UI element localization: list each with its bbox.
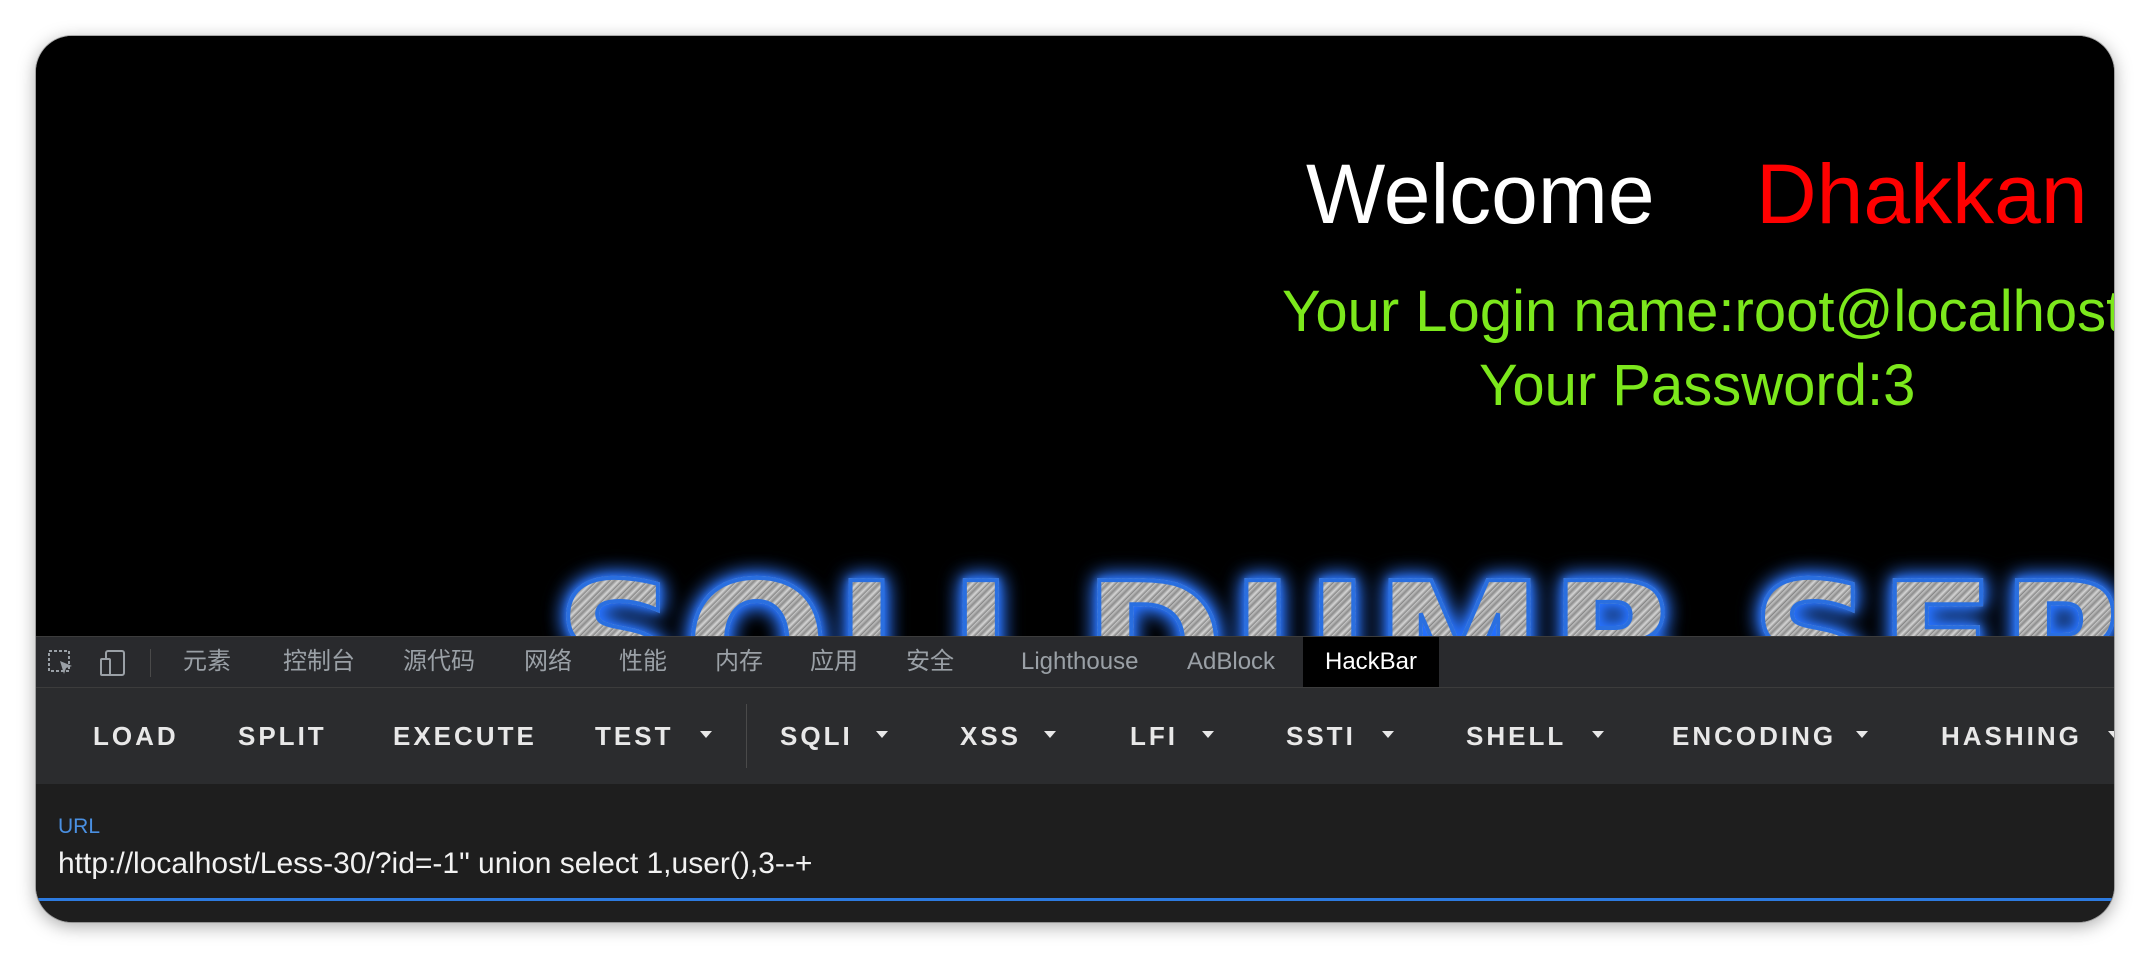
browser-window: Welcome Dhakkan Your Login name:root@loc… — [36, 36, 2114, 922]
load-button[interactable]: LOAD — [93, 688, 179, 784]
devtools-tabbar: 元素 控制台 源代码 网络 性能 内存 应用 安全 Lighthouse AdB… — [36, 636, 2114, 688]
shell-dropdown-button[interactable]: SHELL — [1466, 688, 1566, 784]
device-toolbar-icon[interactable] — [98, 648, 128, 678]
login-name-text: Your Login name:root@localhost — [1282, 279, 2114, 344]
tab-security[interactable]: 安全 — [906, 637, 954, 687]
page-viewport: Welcome Dhakkan Your Login name:root@loc… — [36, 36, 2114, 636]
test-dropdown-button[interactable]: TEST — [595, 688, 673, 784]
url-input[interactable] — [58, 842, 2088, 886]
tab-console[interactable]: 控制台 — [283, 637, 355, 687]
url-panel: URL — [36, 784, 2114, 922]
tab-memory[interactable]: 内存 — [715, 637, 763, 687]
url-label: URL — [58, 815, 101, 838]
password-text: Your Password:3 — [1479, 353, 1916, 418]
sqli-dropdown-button[interactable]: SQLI — [780, 688, 853, 784]
sqli-chevron-down-icon — [876, 731, 888, 738]
xss-chevron-down-icon — [1044, 731, 1056, 738]
hackbar-toolbar: LOAD SPLIT EXECUTE TEST SQLI XSS LFI SST… — [36, 688, 2114, 784]
lfi-dropdown-button[interactable]: LFI — [1130, 688, 1178, 784]
encoding-chevron-down-icon — [1856, 731, 1868, 738]
ssti-chevron-down-icon — [1382, 731, 1394, 738]
devtools-panel: 元素 控制台 源代码 网络 性能 内存 应用 安全 Lighthouse AdB… — [36, 636, 2114, 922]
username-text: Dhakkan — [1756, 147, 2088, 241]
tab-lighthouse[interactable]: Lighthouse — [1021, 637, 1138, 687]
url-input-underline — [36, 898, 2114, 901]
execute-button[interactable]: EXECUTE — [393, 688, 537, 784]
toolbar-divider — [746, 704, 747, 768]
series-banner: SQLI DUMB SERIES — [554, 545, 2114, 636]
tab-elements[interactable]: 元素 — [183, 637, 231, 687]
hashing-chevron-down-icon — [2108, 731, 2114, 738]
tab-hackbar[interactable]: HackBar — [1303, 637, 1439, 687]
tab-performance[interactable]: 性能 — [619, 637, 667, 687]
tab-network[interactable]: 网络 — [524, 637, 572, 687]
ssti-dropdown-button[interactable]: SSTI — [1286, 688, 1356, 784]
encoding-dropdown-button[interactable]: ENCODING — [1672, 688, 1836, 784]
test-chevron-down-icon — [700, 731, 712, 738]
split-button[interactable]: SPLIT — [238, 688, 327, 784]
hashing-dropdown-button[interactable]: HASHING — [1941, 688, 2082, 784]
tabbar-divider — [150, 649, 151, 677]
welcome-text: Welcome — [1306, 147, 1655, 241]
banner-text: SQLI DUMB SERIES — [554, 545, 2114, 636]
tab-application[interactable]: 应用 — [810, 637, 858, 687]
tab-adblock[interactable]: AdBlock — [1187, 637, 1275, 687]
lfi-chevron-down-icon — [1202, 731, 1214, 738]
inspect-element-icon[interactable] — [46, 648, 76, 678]
xss-dropdown-button[interactable]: XSS — [960, 688, 1021, 784]
shell-chevron-down-icon — [1592, 731, 1604, 738]
tab-sources[interactable]: 源代码 — [403, 637, 475, 687]
welcome-line: Welcome Dhakkan — [36, 144, 2114, 244]
